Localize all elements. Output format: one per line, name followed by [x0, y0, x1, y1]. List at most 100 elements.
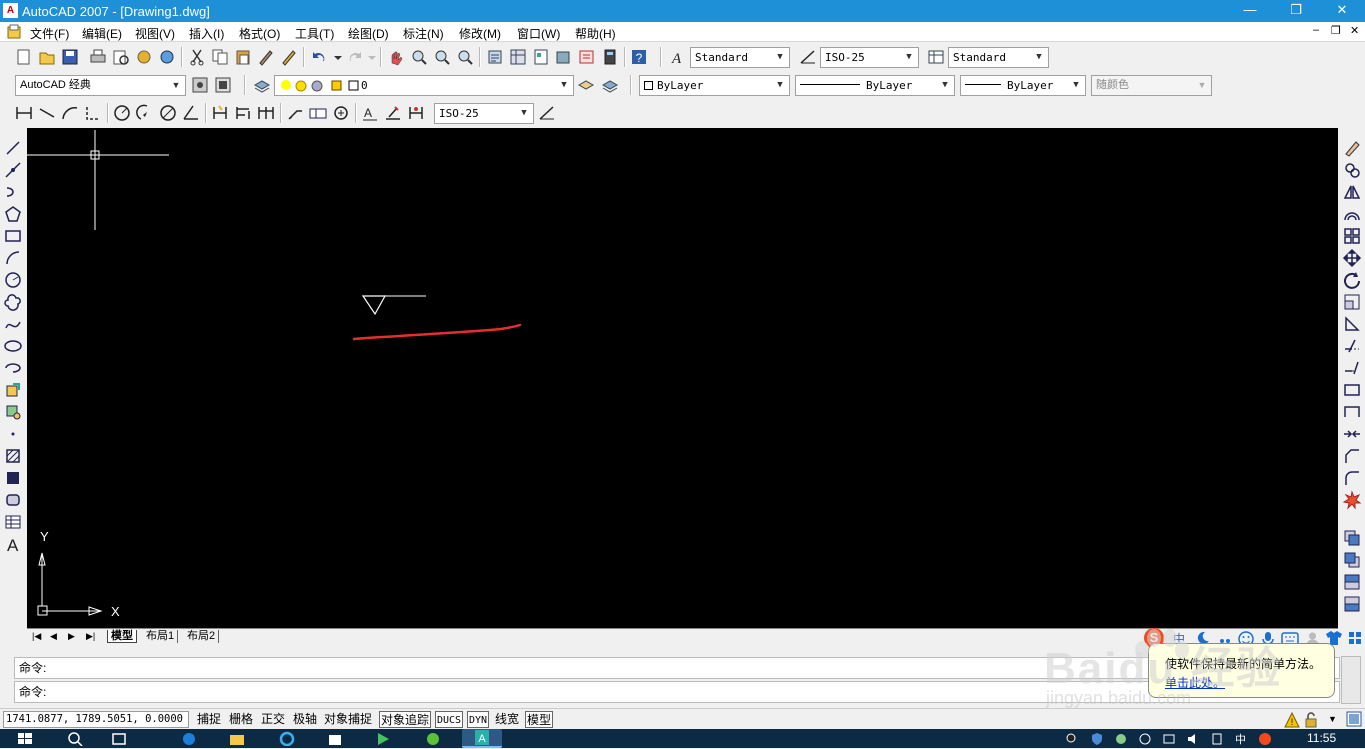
menu-format[interactable]: 格式(O) [239, 25, 280, 42]
file-explorer-icon[interactable] [228, 731, 246, 746]
baseline-dim-icon[interactable] [233, 103, 253, 123]
rectangle-icon[interactable] [3, 226, 23, 246]
dim-style-icon[interactable] [798, 47, 818, 67]
menu-insert[interactable]: 插入(I) [189, 25, 224, 42]
polyline-icon[interactable] [3, 182, 23, 202]
doc-close-button[interactable]: ✕ [1350, 24, 1359, 37]
browser-icon[interactable] [278, 731, 296, 747]
move-icon[interactable] [1342, 248, 1362, 268]
update-notification-balloon[interactable]: 使软件保持最新的简单方法。 单击此处。 [1148, 643, 1335, 698]
polar-toggle[interactable]: 极轴 [292, 711, 318, 728]
undo-dropdown-icon[interactable] [332, 47, 344, 67]
help-icon[interactable]: ? [629, 47, 649, 67]
warning-icon[interactable]: ! [1284, 711, 1300, 728]
qq-tray-icon[interactable] [1065, 731, 1077, 746]
break-at-point-icon[interactable] [1342, 380, 1362, 400]
dim-style-manager-icon[interactable] [537, 103, 557, 123]
edge-browser-icon[interactable] [180, 731, 198, 746]
explode-icon[interactable] [1342, 490, 1362, 510]
toolbar-lock-icon[interactable] [1303, 712, 1319, 728]
dyn-toggle[interactable]: DYN [467, 711, 490, 728]
grid-toggle[interactable]: 栅格 [228, 711, 254, 728]
break-icon[interactable] [1342, 402, 1362, 422]
redo-icon[interactable] [345, 47, 365, 67]
quick-dim-icon[interactable] [210, 103, 230, 123]
hatch-icon[interactable] [3, 446, 23, 466]
shield-tray-icon[interactable] [1090, 731, 1104, 746]
extend-icon[interactable] [1342, 358, 1362, 378]
tab-nav-prev-button[interactable]: ◀ [47, 630, 60, 643]
offset-icon[interactable] [1342, 204, 1362, 224]
snap-toggle[interactable]: 捕捉 [196, 711, 222, 728]
multiline-text-icon[interactable]: A [3, 534, 23, 555]
make-current-layer-icon[interactable] [576, 75, 596, 95]
plot-style-select[interactable]: 随颜色 ▼ [1091, 75, 1212, 96]
ortho-toggle[interactable]: 正交 [260, 711, 286, 728]
circle-icon[interactable] [3, 270, 23, 290]
layer-manager-icon[interactable] [252, 75, 272, 95]
join-icon[interactable] [1342, 424, 1362, 444]
tab-layout2[interactable]: 布局2 [184, 630, 220, 643]
lineweight-toggle[interactable]: 线宽 [494, 711, 520, 728]
continue-dim-icon[interactable] [256, 103, 276, 123]
scale-icon[interactable] [1342, 292, 1362, 312]
tab-nav-first-button[interactable]: |◀ [29, 630, 44, 643]
menu-edit[interactable]: 编辑(E) [82, 25, 122, 42]
block-editor-icon[interactable] [279, 47, 299, 67]
clean-screen-icon[interactable] [1346, 711, 1362, 727]
minimize-button[interactable]: — [1227, 0, 1273, 22]
menu-modify[interactable]: 修改(M) [459, 25, 501, 42]
angular-dim-icon[interactable] [181, 103, 201, 123]
make-block-icon[interactable] [3, 402, 23, 422]
jogged-dim-icon[interactable] [135, 103, 155, 123]
draw-order-front-icon[interactable] [1342, 528, 1362, 548]
mirror-icon[interactable] [1342, 182, 1362, 202]
tab-nav-last-button[interactable]: ▶| [83, 630, 98, 643]
doc-minimize-button[interactable]: – [1313, 24, 1319, 36]
command-scrollbar[interactable] [1341, 656, 1361, 704]
construction-line-icon[interactable] [3, 160, 23, 180]
autocad-app-icon[interactable]: A [3, 3, 18, 18]
erase-icon[interactable] [1342, 138, 1362, 158]
properties-icon[interactable] [485, 47, 505, 67]
markup-set-icon[interactable] [577, 47, 597, 67]
insert-block-icon[interactable] [3, 380, 23, 400]
copy-object-icon[interactable] [1342, 160, 1362, 180]
tool-palettes-icon[interactable] [531, 47, 551, 67]
table-style-icon[interactable] [926, 47, 946, 67]
workspace-select[interactable]: AutoCAD 经典 ▼ [15, 75, 186, 96]
table-style-select[interactable]: Standard ▼ [948, 47, 1049, 68]
polygon-icon[interactable] [3, 204, 23, 224]
ducs-toggle[interactable]: DUCS [435, 711, 464, 728]
store-icon[interactable] [326, 731, 344, 746]
pan-realtime-icon[interactable] [386, 47, 406, 67]
lineweight-select[interactable]: ByLayer ▼ [960, 75, 1086, 96]
menu-tools[interactable]: 工具(T) [295, 25, 334, 42]
line-icon[interactable] [3, 138, 23, 158]
stretch-icon[interactable] [1342, 314, 1362, 334]
revision-cloud-icon[interactable] [3, 292, 23, 312]
fillet-icon[interactable] [1342, 468, 1362, 488]
doc-restore-button[interactable]: ❐ [1331, 24, 1341, 37]
text-style-select[interactable]: Standard ▼ [690, 47, 790, 68]
command-input[interactable]: 命令: [14, 681, 1340, 703]
menu-dimension[interactable]: 标注(N) [403, 25, 444, 42]
zoom-previous-icon[interactable] [455, 47, 475, 67]
cut-icon[interactable] [187, 47, 207, 67]
search-icon[interactable] [66, 731, 84, 747]
green-app-icon[interactable] [424, 731, 442, 746]
drawing-canvas[interactable]: Y X [27, 128, 1338, 628]
tab-nav-next-button[interactable]: ▶ [65, 630, 78, 643]
menu-view[interactable]: 视图(V) [135, 25, 175, 42]
arc-length-icon[interactable] [60, 103, 80, 123]
calculator-icon[interactable] [600, 47, 620, 67]
radius-dim-icon[interactable] [112, 103, 132, 123]
layer-select[interactable]: 0 ▼ [274, 75, 574, 96]
save-icon[interactable] [60, 47, 80, 67]
sheet-set-icon[interactable] [554, 47, 574, 67]
3d-dwf-icon[interactable] [157, 47, 177, 67]
publish-icon[interactable] [134, 47, 154, 67]
copy-icon[interactable] [210, 47, 230, 67]
linetype-select[interactable]: ByLayer ▼ [795, 75, 955, 96]
center-mark-icon[interactable] [331, 103, 351, 123]
